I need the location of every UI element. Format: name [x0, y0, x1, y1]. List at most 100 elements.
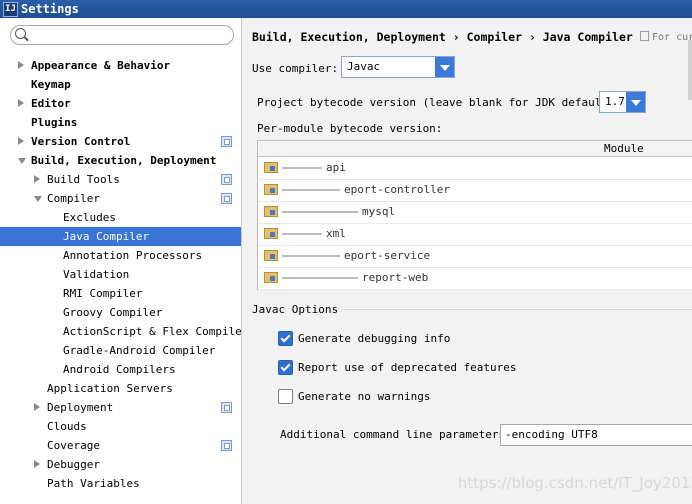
- sidebar-item-appearance-behavior[interactable]: Appearance & Behavior: [0, 56, 241, 75]
- redacted-text: [282, 277, 358, 279]
- vertical-scrollbar[interactable]: [688, 40, 692, 100]
- table-row[interactable]: eport-controller: [258, 179, 692, 202]
- project-level-icon: [221, 193, 232, 204]
- use-compiler-select[interactable]: Javac: [341, 56, 455, 78]
- java-compiler-panel: Build, Execution, Deployment › Compiler …: [242, 18, 692, 504]
- sidebar-item-editor[interactable]: Editor: [0, 94, 241, 113]
- sidebar-item-build-execution-deployment[interactable]: Build, Execution, Deployment: [0, 151, 241, 170]
- additional-params-input[interactable]: [505, 428, 692, 441]
- option-checkbox[interactable]: [278, 331, 293, 346]
- sidebar-item-compiler[interactable]: Compiler: [0, 189, 241, 208]
- additional-params-label: Additional command line parameters:: [280, 428, 512, 441]
- chevron-right-icon[interactable]: [18, 61, 24, 69]
- project-level-icon: [221, 402, 232, 413]
- module-column-header[interactable]: Module: [604, 142, 644, 155]
- sidebar-item-path-variables[interactable]: Path Variables: [0, 474, 241, 493]
- sidebar-item-debugger[interactable]: Debugger: [0, 455, 241, 474]
- sidebar-item-label: Keymap: [31, 78, 71, 91]
- sidebar-item-label: Validation: [63, 268, 130, 281]
- project-bytecode-select[interactable]: 1.7: [599, 91, 646, 113]
- option-checkbox[interactable]: [278, 389, 293, 404]
- table-row[interactable]: xml: [258, 223, 692, 246]
- window-title: Settings: [21, 2, 79, 16]
- module-name: mysql: [282, 205, 395, 218]
- module-name-text: eport-service: [344, 249, 431, 262]
- breadcrumb: Build, Execution, Deployment › Compiler …: [252, 30, 633, 44]
- additional-params-field[interactable]: [500, 424, 692, 446]
- redacted-text: [282, 167, 322, 169]
- table-row[interactable]: eport-service: [258, 245, 692, 268]
- table-row[interactable]: api: [258, 157, 692, 180]
- chevron-right-icon[interactable]: [18, 137, 24, 145]
- project-level-icon: [221, 174, 232, 185]
- sidebar-item-label: Clouds: [47, 420, 87, 433]
- module-name: api: [282, 161, 346, 174]
- sidebar-item-label: Gradle-Android Compiler: [63, 344, 216, 357]
- sidebar-item-application-servers[interactable]: Application Servers: [0, 379, 241, 398]
- module-icon: [264, 272, 278, 283]
- sidebar-item-coverage[interactable]: Coverage: [0, 436, 241, 455]
- sidebar-item-groovy-compiler[interactable]: Groovy Compiler: [0, 303, 241, 322]
- sidebar-item-actionscript-flex-compiler[interactable]: ActionScript & Flex Compiler: [0, 322, 241, 341]
- sidebar-item-plugins[interactable]: Plugins: [0, 113, 241, 132]
- sidebar-item-deployment[interactable]: Deployment: [0, 398, 241, 417]
- sidebar-item-build-tools[interactable]: Build Tools: [0, 170, 241, 189]
- module-name-text: eport-controller: [344, 183, 450, 196]
- sidebar-item-version-control[interactable]: Version Control: [0, 132, 241, 151]
- option-label[interactable]: Generate no warnings: [298, 390, 430, 403]
- project-icon: [640, 31, 649, 41]
- module-name-text: report-web: [362, 271, 429, 284]
- option-checkbox[interactable]: [278, 360, 293, 375]
- sidebar-item-label: ActionScript & Flex Compiler: [63, 325, 242, 338]
- table-header: Module: [258, 141, 692, 157]
- sidebar-item-label: Version Control: [31, 135, 131, 148]
- chevron-right-icon[interactable]: [34, 403, 40, 411]
- chevron-right-icon[interactable]: [34, 175, 40, 183]
- sidebar-item-label: Deployment: [47, 401, 114, 414]
- project-level-icon: [221, 440, 232, 451]
- redacted-text: [282, 211, 358, 213]
- sidebar-item-gradle-android-compiler[interactable]: Gradle-Android Compiler: [0, 341, 241, 360]
- sidebar-item-rmi-compiler[interactable]: RMI Compiler: [0, 284, 241, 303]
- table-row[interactable]: report-web: [258, 267, 692, 290]
- chevron-down-icon[interactable]: [34, 196, 42, 202]
- table-row[interactable]: mysql: [258, 201, 692, 224]
- sidebar-item-annotation-processors[interactable]: Annotation Processors: [0, 246, 241, 265]
- sidebar-item-java-compiler[interactable]: Java Compiler: [0, 227, 241, 246]
- sidebar-item-android-compilers[interactable]: Android Compilers: [0, 360, 241, 379]
- chevron-right-icon[interactable]: [34, 460, 40, 468]
- chevron-down-icon[interactable]: [18, 158, 26, 164]
- sidebar-item-label: Path Variables: [47, 477, 140, 490]
- module-icon: [264, 184, 278, 195]
- sidebar-item-label: Plugins: [31, 116, 78, 129]
- sidebar-item-label: Application Servers: [47, 382, 173, 395]
- sidebar-item-label: Appearance & Behavior: [31, 59, 171, 72]
- per-module-table[interactable]: Module api eport-controller mysql xml eport-…: [257, 140, 692, 290]
- search-icon: [15, 28, 26, 39]
- chevron-down-icon[interactable]: [435, 57, 454, 77]
- option-label[interactable]: Generate debugging info: [298, 332, 450, 345]
- project-bytecode-label: Project bytecode version (leave blank fo…: [257, 96, 622, 109]
- sidebar-item-label: Build, Execution, Deployment: [31, 154, 217, 167]
- sidebar-item-label: RMI Compiler: [63, 287, 143, 300]
- sidebar-item-validation[interactable]: Validation: [0, 265, 241, 284]
- option-label[interactable]: Report use of deprecated features: [298, 361, 517, 374]
- sidebar-item-label: Groovy Compiler: [63, 306, 163, 319]
- for-current-project-hint: For cur: [640, 31, 692, 43]
- project-level-icon: [221, 136, 232, 147]
- module-name: eport-service: [282, 249, 430, 262]
- use-compiler-value: Javac: [347, 60, 381, 73]
- settings-search-field[interactable]: [10, 25, 234, 45]
- module-name: xml: [282, 227, 346, 240]
- sidebar-item-clouds[interactable]: Clouds: [0, 417, 241, 436]
- chevron-down-icon[interactable]: [626, 92, 645, 112]
- watermark: https://blog.csdn.net/IT_Joy2017: [457, 474, 692, 492]
- sidebar-item-label: Debugger: [47, 458, 100, 471]
- module-name-text: mysql: [362, 205, 396, 218]
- sidebar-item-excludes[interactable]: Excludes: [0, 208, 241, 227]
- chevron-right-icon[interactable]: [18, 99, 24, 107]
- module-name: eport-controller: [282, 183, 450, 196]
- sidebar-item-keymap[interactable]: Keymap: [0, 75, 241, 94]
- per-module-label: Per-module bytecode version:: [257, 122, 443, 135]
- module-icon: [264, 228, 278, 239]
